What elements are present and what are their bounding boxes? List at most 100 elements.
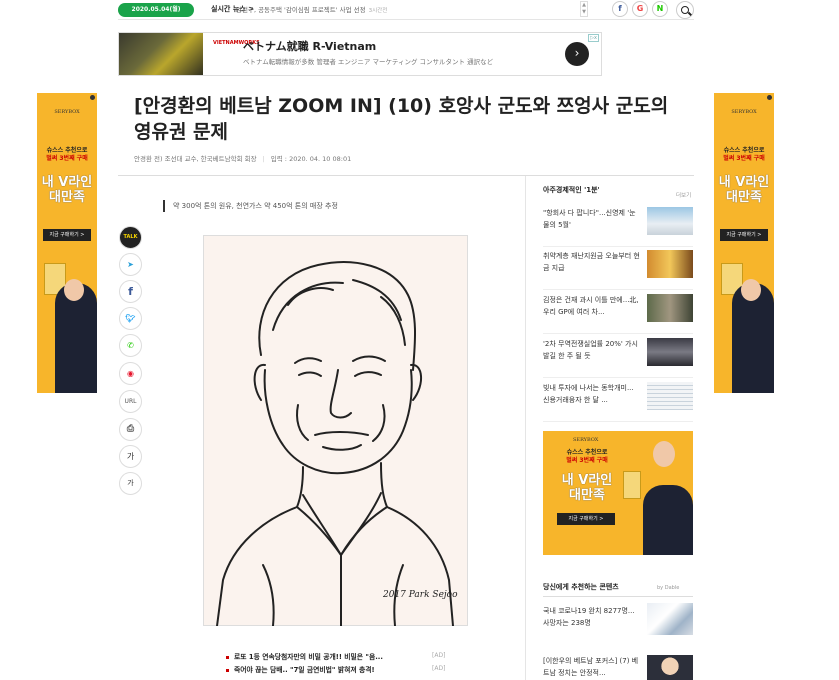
banner-ad-subtitle: ベトナム転職情報が多数 管理者 エンジニア マーケティング コンサルタント 通訳… xyxy=(243,58,494,66)
dable-credit[interactable]: by Dable xyxy=(657,585,679,591)
artist-signature: 2017 Park Sejoo xyxy=(382,590,458,600)
ad-promo: 슈스스 추천으로 벌써 3번째 구매 xyxy=(37,147,97,163)
ticker-headline[interactable]: 양천구, 공동주택 '감이심림 프로젝트' 사업 선정 xyxy=(236,6,366,14)
ad-buy-button[interactable]: 지금 구매하기 > xyxy=(557,513,615,525)
telegram-icon: ➤ xyxy=(127,260,134,269)
font-decrease-button[interactable]: 가 xyxy=(119,472,142,495)
telegram-share-button[interactable]: ➤ xyxy=(119,253,142,276)
author: 안경환 전) 조선대 교수, 한국베트남학회 회장 xyxy=(134,155,257,163)
facebook-icon: f xyxy=(128,285,133,298)
print-button[interactable]: ⎙ xyxy=(119,418,142,441)
google-icon[interactable]: G xyxy=(632,1,648,17)
ticker-time: 3시간전 xyxy=(368,8,388,14)
top-social-links: f G N xyxy=(612,1,668,17)
facebook-icon[interactable]: f xyxy=(612,1,628,17)
recommend-thumbnail[interactable] xyxy=(647,655,693,680)
related-ad-link-1[interactable]: 로또 1등 연속당첨자만의 비밀 공개!! 비밀은 "음... xyxy=(226,651,383,661)
article-headline: [안경환의 베트남 ZOOM IN] (10) 호앙사 군도와 쯔엉사 군도의 … xyxy=(134,95,669,143)
line-icon: ✆ xyxy=(127,341,134,350)
ad-brand: SERYBOX xyxy=(731,109,757,115)
ad-headline-line1: 내 V라인 xyxy=(718,175,770,190)
search-icon[interactable] xyxy=(676,1,694,19)
ad-info-icon[interactable] xyxy=(90,95,95,100)
sidebar-news-title[interactable]: 취약계층 재난지원금 오늘부터 현금 지급 xyxy=(543,250,640,274)
sidebar-news-item[interactable]: 빚내 투자에 나서는 동학개미... 신용거래융자 한 달 ... xyxy=(543,382,693,422)
banner-go-button[interactable]: › xyxy=(565,42,589,66)
header-divider xyxy=(118,175,694,176)
twitter-share-button[interactable]: 🐦︎ xyxy=(119,307,142,330)
banner-ad-title[interactable]: ベトナム就職 R-Vietnam xyxy=(243,38,376,54)
facebook-share-button[interactable]: f xyxy=(119,280,142,303)
ad-brand: SERYBOX xyxy=(54,109,80,115)
sidebar-news-title[interactable]: '2차 무역전쟁실업률 20%' 가시발길 한 주 될 듯 xyxy=(543,338,640,362)
news-thumbnail[interactable] xyxy=(647,207,693,235)
recommend-title: 당신에게 추천하는 콘텐츠 xyxy=(543,583,619,591)
sidebar-title: 아주경제적인 '1분' xyxy=(543,186,600,194)
ad-label: [AD] xyxy=(432,665,446,672)
ad-promo-line1: 슈스스 추천으로 xyxy=(46,147,88,154)
sidebar-news-item[interactable]: '2차 무역전쟁실업률 20%' 가시발길 한 주 될 듯 xyxy=(543,338,693,378)
kakaotalk-share-button[interactable]: TALK xyxy=(119,226,142,249)
left-side-ad[interactable]: SERYBOX 슈스스 추천으로 벌써 3번째 구매 내 V라인 대만족 지금 구매… xyxy=(37,93,97,393)
weibo-share-button[interactable]: ◉ xyxy=(119,362,142,385)
portrait-sketch: 2017 Park Sejoo xyxy=(216,261,458,627)
ad-promo: 슈스스 추천으로 벌써 3번째 구매 xyxy=(714,147,774,163)
recommend-item-title[interactable]: [이한우의 베트남 포커스] (7) 베트남 정치는 안정적... xyxy=(543,655,640,679)
sidebar-news-title[interactable]: 김정은 건재 과시 이틀 만에...北, 우리 GP에 여러 차... xyxy=(543,294,640,318)
ad-promo-line2: 벌써 3번째 구매 xyxy=(723,155,765,162)
ad-brand: SERYBOX xyxy=(573,437,599,443)
sidebar-news-item[interactable]: "항회사 다 팝니다"...신영제 '눈물의 5월' xyxy=(543,207,693,247)
news-thumbnail[interactable] xyxy=(647,294,693,322)
top-bar: 2020.05.04(월) 실시간 뉴스 > 양천구, 공동주택 '감이심림 프… xyxy=(118,0,694,20)
ad-label: [AD] xyxy=(432,652,446,659)
ad-headline-line2: 대만족 xyxy=(569,488,605,503)
ad-headline-line2: 대만족 xyxy=(726,190,762,205)
byline-divider: | xyxy=(262,155,265,163)
ad-promo: 슈스스 추천으로 벌써 3번째 구매 xyxy=(553,449,621,465)
sidebar-news-item[interactable]: 취약계층 재난지원금 오늘부터 현금 지급 xyxy=(543,250,693,290)
sidebar-news-title[interactable]: "항회사 다 팝니다"...신영제 '눈물의 5월' xyxy=(543,207,640,231)
ad-headline: 내 V라인 대만족 xyxy=(553,473,621,503)
ad-model-face xyxy=(653,441,675,467)
twitter-icon: 🐦︎ xyxy=(125,314,136,323)
date-badge: 2020.05.04(월) xyxy=(118,3,194,17)
recommend-item[interactable]: [이한우의 베트남 포커스] (7) 베트남 정치는 안정적... xyxy=(543,655,693,680)
news-ticker[interactable]: 양천구, 공동주택 '감이심림 프로젝트' 사업 선정 3시간전 xyxy=(236,4,387,14)
recommend-item-title[interactable]: 국내 코로나19 완치 8277명... 사망자는 238명 xyxy=(543,605,640,629)
ad-buy-button[interactable]: 지금 구매하기 > xyxy=(43,229,91,241)
copy-url-button[interactable]: URL xyxy=(119,390,142,413)
font-increase-button[interactable]: 가 xyxy=(119,445,142,468)
right-side-ad[interactable]: SERYBOX 슈스스 추천으로 벌써 3번째 구매 내 V라인 대만족 지금 구매… xyxy=(714,93,774,393)
news-thumbnail[interactable] xyxy=(647,338,693,366)
banner-ad-image xyxy=(119,33,203,75)
ticker-arrows[interactable]: ▲ ▼ xyxy=(580,1,588,17)
line-share-button[interactable]: ✆ xyxy=(119,334,142,357)
recommend-divider xyxy=(543,596,693,597)
adchoices-icon[interactable]: ▷x xyxy=(588,34,599,42)
naver-icon[interactable]: N xyxy=(652,1,668,17)
ad-headline-line1: 내 V라인 xyxy=(561,473,613,488)
more-link[interactable]: 더보기 xyxy=(676,191,691,199)
sidebar-ad[interactable]: SERYBOX 슈스스 추천으로 벌써 3번째 구매 내 V라인 대만족 지금 구매… xyxy=(543,431,693,555)
recommend-item[interactable]: 국내 코로나19 완치 8277명... 사망자는 238명 xyxy=(543,603,693,645)
ad-product-image xyxy=(623,471,641,499)
ad-headline: 내 V라인 대만족 xyxy=(37,175,97,205)
ad-headline-line1: 내 V라인 xyxy=(41,175,93,190)
article-image: 2017 Park Sejoo xyxy=(203,235,468,627)
sidebar-news-title[interactable]: 빚내 투자에 나서는 동학개미... 신용거래융자 한 달 ... xyxy=(543,382,640,406)
banner-ad[interactable]: VIETNAMWORKS ベトナム就職 R-Vietnam ベトナム転職情報が多… xyxy=(118,32,602,76)
ad-promo-line2: 벌써 3번째 구매 xyxy=(46,155,88,162)
related-ad-link-2[interactable]: 죽어야 끊는 담배.. "7일 금연비법" 밝혀져 충격! xyxy=(226,664,375,674)
ad-promo-line2: 벌써 3번째 구매 xyxy=(566,457,608,464)
ad-info-icon[interactable] xyxy=(767,95,772,100)
sidebar-news-item[interactable]: 김정은 건재 과시 이틀 만에...北, 우리 GP에 여러 차... xyxy=(543,294,693,334)
publish-date: 입력 : 2020. 04. 10 08:01 xyxy=(270,155,352,163)
recommend-thumbnail[interactable] xyxy=(647,603,693,635)
news-thumbnail[interactable] xyxy=(647,382,693,410)
weibo-icon: ◉ xyxy=(127,369,134,378)
ad-model-image xyxy=(643,485,693,555)
news-thumbnail[interactable] xyxy=(647,250,693,278)
ad-model-face xyxy=(741,279,761,301)
article-byline: 안경환 전) 조선대 교수, 한국베트남학회 회장 | 입력 : 2020. 04.… xyxy=(134,153,351,163)
ad-buy-button[interactable]: 지금 구매하기 > xyxy=(720,229,768,241)
